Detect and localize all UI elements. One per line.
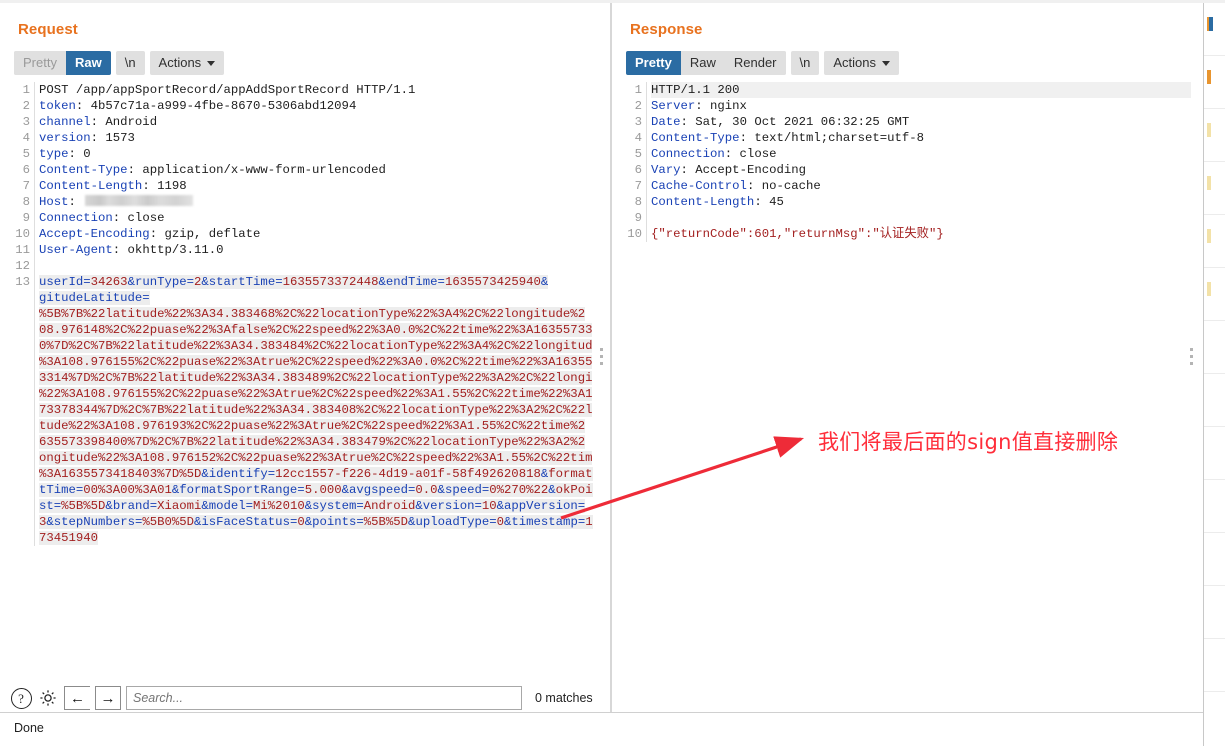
sliver-marker-icon — [1207, 282, 1211, 296]
response-actions-button[interactable]: Actions — [824, 51, 899, 75]
response-title: Response — [630, 21, 703, 38]
response-actions-label: Actions — [833, 55, 876, 70]
response-pane: Response Pretty Raw Render \n Actions 12… — [612, 3, 1203, 671]
request-actions-button[interactable]: Actions — [149, 51, 225, 75]
request-title: Request — [18, 21, 78, 38]
request-pane: Request Pretty Raw \n Actions 1234567891… — [0, 3, 610, 710]
response-line-numbers: 1 2 3 4 5 6 7 8 9 10 — [612, 82, 647, 242]
burp-repeater-window: Request Pretty Raw \n Actions 1234567891… — [0, 0, 1225, 747]
response-view-tabs[interactable]: Pretty Raw Render — [626, 51, 786, 75]
request-tab-raw[interactable]: Raw — [65, 51, 111, 75]
sliver-row[interactable] — [1204, 639, 1225, 692]
sliver-row[interactable] — [1204, 109, 1225, 162]
request-search-input[interactable] — [126, 686, 522, 710]
response-editor[interactable]: 1 2 3 4 5 6 7 8 9 10 HTTP/1.1 200 Server: nginx Dat… — [612, 82, 1203, 671]
sliver-marker-icon — [1207, 229, 1211, 243]
chevron-down-icon — [207, 61, 216, 66]
request-search-prev-button[interactable]: ← — [64, 686, 90, 710]
response-tabbar: Pretty Raw Render \n Actions — [626, 51, 899, 75]
sliver-row[interactable] — [1204, 480, 1225, 533]
sliver-marker-icon — [1207, 17, 1213, 31]
chevron-down-icon — [882, 61, 890, 66]
sliver-marker-icon — [1207, 123, 1211, 137]
sliver-row[interactable] — [1204, 3, 1225, 56]
request-line-numbers: 1 2 3 4 5 6 7 8 9 10 11 12 13 — [0, 82, 35, 546]
sliver-row[interactable] — [1204, 56, 1225, 109]
response-newline-button[interactable]: \n — [790, 51, 820, 75]
request-search-bar: ? ← → 0 matches — [10, 683, 605, 713]
request-editor[interactable]: 1 2 3 4 5 6 7 8 9 10 11 12 13 POST /app/appSportReco… — [0, 82, 610, 671]
right-side-panel-sliver[interactable] — [1203, 3, 1225, 746]
response-tab-render[interactable]: Render — [724, 51, 786, 75]
request-newline-button[interactable]: \n — [115, 51, 145, 75]
status-bar: Done — [0, 712, 1203, 747]
sliver-row[interactable] — [1204, 162, 1225, 215]
sliver-marker-icon — [1207, 70, 1211, 84]
request-splitter-grip[interactable] — [600, 348, 603, 365]
sliver-row[interactable] — [1204, 268, 1225, 321]
status-text: Done — [14, 721, 44, 735]
sliver-row[interactable] — [1204, 321, 1225, 374]
sliver-marker-icon — [1207, 176, 1211, 190]
response-code[interactable]: HTTP/1.1 200 Server: nginx Date: Sat, 30 O… — [651, 82, 1191, 242]
sliver-row[interactable] — [1204, 427, 1225, 480]
request-search-next-button[interactable]: → — [95, 686, 121, 710]
request-match-count: 0 matches — [535, 691, 593, 705]
request-tab-pretty[interactable]: Pretty — [14, 51, 66, 75]
gear-icon — [40, 690, 56, 706]
request-settings-button[interactable] — [37, 687, 59, 709]
sliver-row[interactable] — [1204, 533, 1225, 586]
request-tabbar: Pretty Raw \n Actions — [14, 51, 225, 75]
sliver-row[interactable] — [1204, 374, 1225, 427]
request-view-tabs[interactable]: Pretty Raw — [14, 51, 111, 75]
sliver-row[interactable] — [1204, 215, 1225, 268]
sliver-row[interactable] — [1204, 586, 1225, 639]
annotation-text: 我们将最后面的sign值直接删除 — [818, 430, 1119, 454]
response-tab-pretty[interactable]: Pretty — [626, 51, 681, 75]
response-splitter-grip[interactable] — [1190, 348, 1193, 365]
question-mark-icon: ? — [10, 687, 32, 709]
request-help-button[interactable]: ? — [10, 687, 32, 709]
request-actions-label: Actions — [158, 55, 202, 70]
request-code[interactable]: POST /app/appSportRecord/appAddSportReco… — [39, 82, 598, 546]
response-tab-raw[interactable]: Raw — [680, 51, 725, 75]
